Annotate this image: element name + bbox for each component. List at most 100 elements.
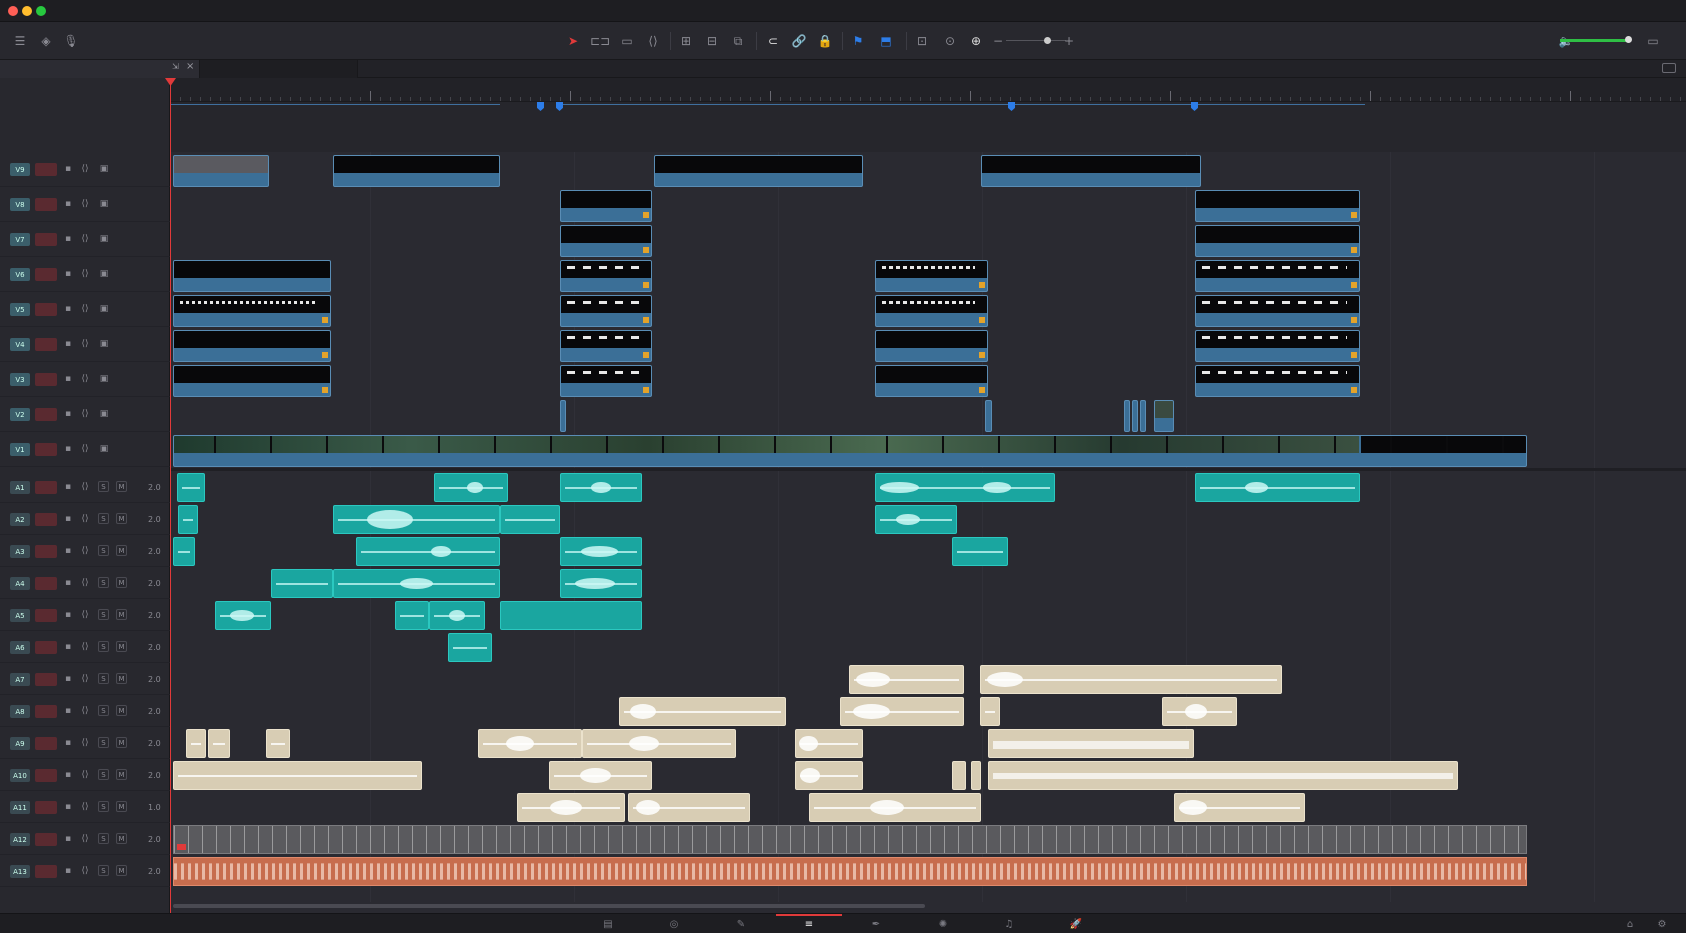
track-color-swatch[interactable] [35,443,57,456]
auto-select-icon[interactable]: ⟨⟩ [79,609,91,621]
track-id-label[interactable]: A11 [10,801,30,814]
video-clip[interactable] [560,225,652,257]
lock-icon[interactable]: ▪ [62,233,74,245]
audio-clip[interactable] [500,505,560,534]
audio-clip[interactable] [333,569,500,598]
mute-button[interactable]: M [116,801,127,812]
video-clip[interactable] [875,330,988,362]
track-volume[interactable]: 2.0 [148,515,161,524]
auto-select-icon[interactable]: ⟨⟩ [79,163,91,175]
mute-button[interactable]: M [116,737,127,748]
track-color-swatch[interactable] [35,865,57,878]
track-id-label[interactable]: A2 [10,513,30,526]
sfx-clip[interactable] [208,729,230,758]
sfx-clip[interactable] [795,761,863,790]
auto-select-icon[interactable]: ⟨⟩ [79,641,91,653]
track-visibility-icon[interactable]: ▣ [98,408,110,420]
lock-icon[interactable]: ▪ [62,737,74,749]
mute-button[interactable]: M [116,833,127,844]
timeline-tab-2[interactable] [200,60,358,78]
mute-button[interactable]: M [116,673,127,684]
solo-button[interactable]: S [98,769,109,780]
tab-close-icon[interactable]: × [186,61,194,72]
audio-clip[interactable] [434,473,508,502]
lock-icon[interactable]: 🔒 [815,31,835,51]
sfx-clip[interactable] [628,793,750,822]
zoom-slider-knob[interactable] [1044,37,1051,44]
overlay-icon[interactable]: ◈ [36,31,56,51]
sfx-clip[interactable] [517,793,625,822]
auto-select-icon[interactable]: ⟨⟩ [79,443,91,455]
solo-button[interactable]: S [98,737,109,748]
track-id-label[interactable]: A3 [10,545,30,558]
lock-icon[interactable]: ▪ [62,705,74,717]
track-visibility-icon[interactable]: ▣ [98,338,110,350]
volume-slider-knob[interactable] [1625,36,1632,43]
sfx-clip[interactable] [980,697,1000,726]
lock-icon[interactable]: ▪ [62,577,74,589]
sfx-clip[interactable] [795,729,863,758]
track-volume[interactable]: 2.0 [148,579,161,588]
track-id-label[interactable]: A4 [10,577,30,590]
track-visibility-icon[interactable]: ▣ [98,443,110,455]
track-volume[interactable]: 2.0 [148,547,161,556]
horizontal-scrollbar[interactable] [173,904,925,908]
track-id-label[interactable]: A9 [10,737,30,750]
zoom-out-button[interactable]: − [988,31,1008,51]
snap-icon[interactable]: ⊂ [763,31,783,51]
replace-icon[interactable]: ⧉ [728,31,748,51]
sfx-clip[interactable] [619,697,786,726]
sfx-clip[interactable] [582,729,736,758]
deliver-page-icon[interactable]: 🚀 [1066,917,1086,931]
dynamic-trim-icon[interactable]: ⟨⟩ [643,31,663,51]
sfx-clip[interactable] [186,729,206,758]
mute-button[interactable]: M [116,865,127,876]
track-id-label[interactable]: V8 [10,198,30,211]
track-id-label[interactable]: V3 [10,373,30,386]
sfx-clip[interactable] [549,761,652,790]
track-visibility-icon[interactable]: ▣ [98,233,110,245]
video-clip[interactable] [1195,295,1360,327]
mute-button[interactable]: M [116,609,127,620]
track-volume[interactable]: 2.0 [148,771,161,780]
audio-clip[interactable] [271,569,333,598]
sfx-clip[interactable] [952,761,966,790]
track-color-swatch[interactable] [35,769,57,782]
auto-select-icon[interactable]: ⟨⟩ [79,513,91,525]
track-color-swatch[interactable] [35,198,57,211]
track-volume[interactable]: 2.0 [148,675,161,684]
media-page-icon[interactable]: ▤ [598,917,618,931]
track-visibility-icon[interactable]: ▣ [98,268,110,280]
audio-clip[interactable] [560,537,642,566]
solo-button[interactable]: S [98,609,109,620]
audio-clip[interactable] [1195,473,1360,502]
track-volume[interactable]: 2.0 [148,835,161,844]
lock-icon[interactable]: ▪ [62,373,74,385]
video-clip[interactable] [654,155,863,187]
audio-clip[interactable] [448,633,492,662]
auto-select-icon[interactable]: ⟨⟩ [79,833,91,845]
dim-icon[interactable]: ▭ [1640,31,1666,51]
track-color-swatch[interactable] [35,513,57,526]
track-volume[interactable]: 2.0 [148,643,161,652]
audio-clip[interactable] [177,473,205,502]
selection-icon[interactable]: ➤ [563,31,583,51]
track-color-swatch[interactable] [35,577,57,590]
track-id-label[interactable]: A1 [10,481,30,494]
auto-select-icon[interactable]: ⟨⟩ [79,373,91,385]
mute-button[interactable]: M [116,545,127,556]
pin-icon[interactable]: ⇲ [172,62,179,71]
video-clip[interactable] [1195,225,1360,257]
audio-clip[interactable] [560,569,642,598]
solo-button[interactable]: S [98,545,109,556]
music-clip[interactable] [173,825,1527,854]
audio-clip[interactable] [215,601,271,630]
track-color-swatch[interactable] [35,233,57,246]
video-clip[interactable] [985,400,992,432]
video-clip[interactable] [173,155,269,187]
track-color-swatch[interactable] [35,673,57,686]
track-visibility-icon[interactable]: ▣ [98,198,110,210]
zoom-custom-icon[interactable]: ⊕ [966,31,986,51]
fusion-page-icon[interactable]: ≡ [799,917,819,931]
timeline-marker[interactable] [1191,102,1198,111]
